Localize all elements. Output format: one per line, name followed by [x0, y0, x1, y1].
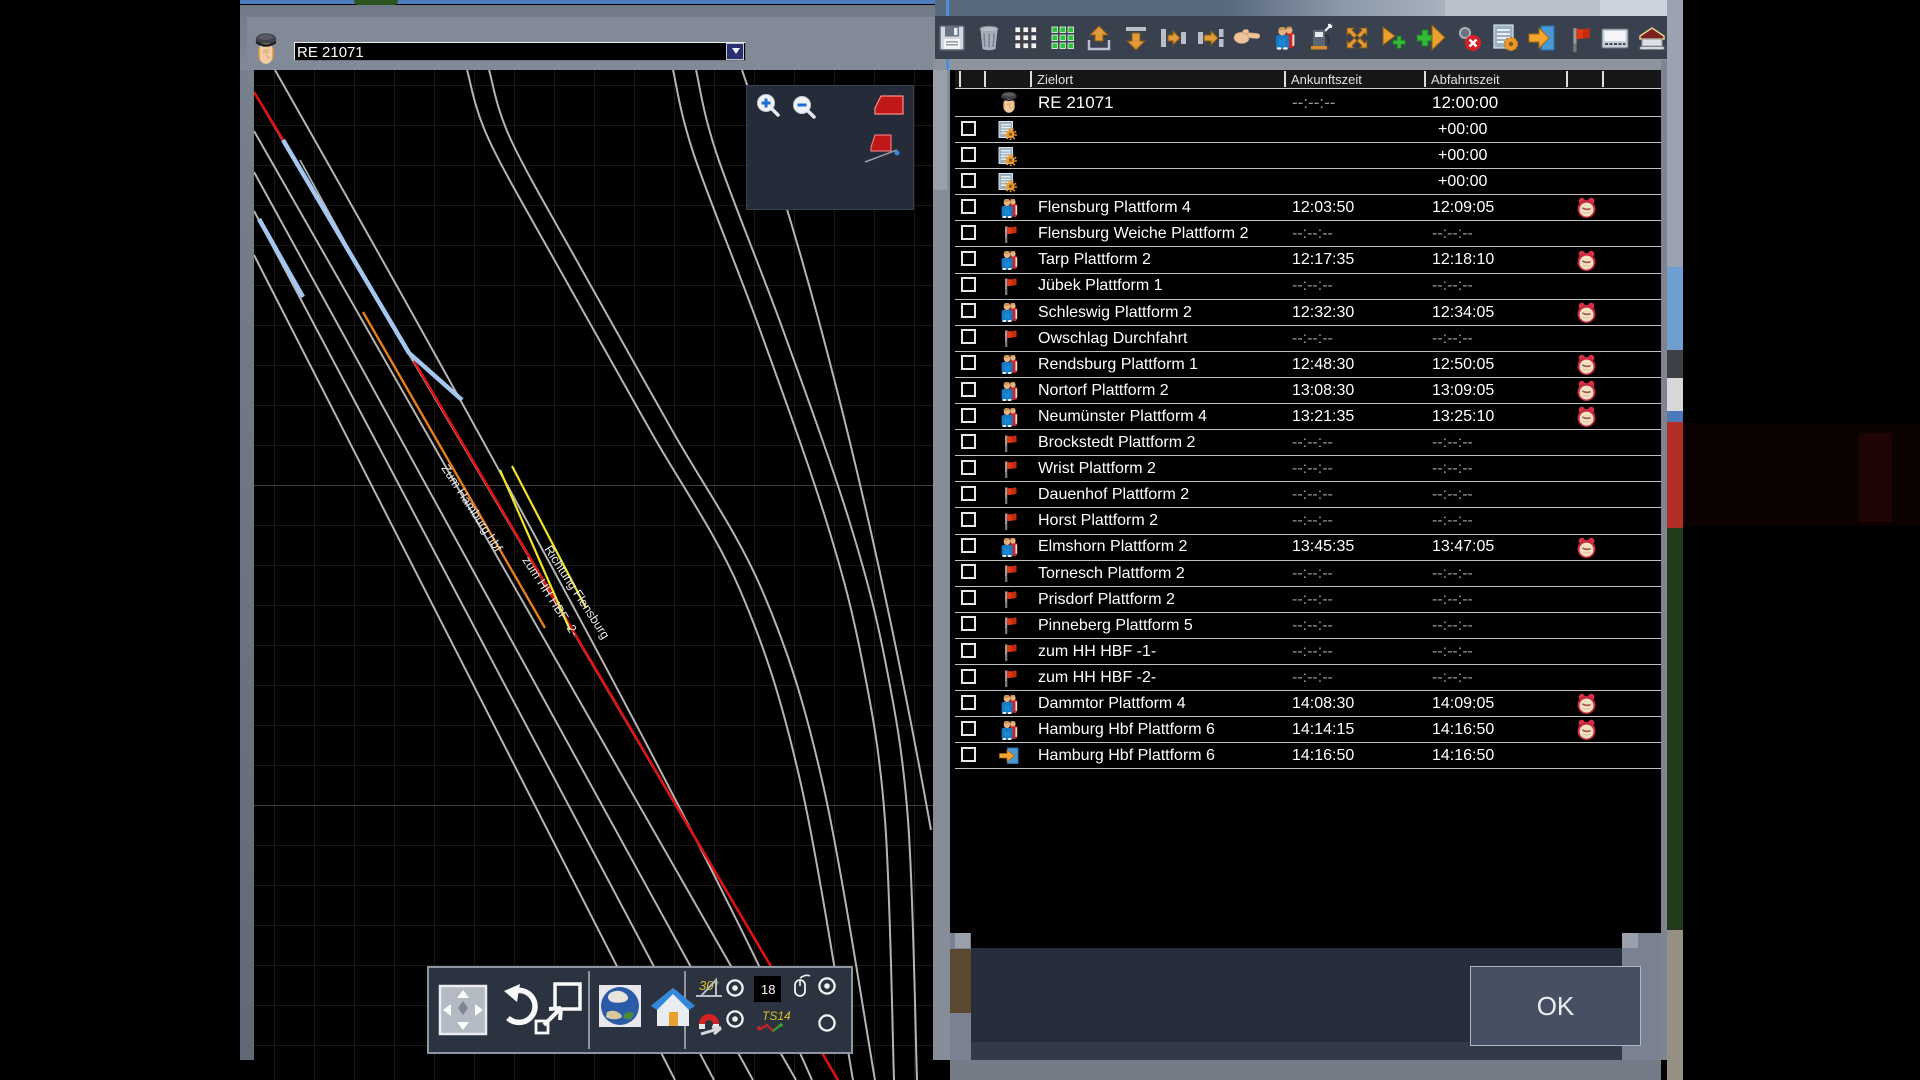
svg-text:TS14: TS14 [762, 1009, 791, 1023]
svg-text:18: 18 [761, 982, 775, 997]
